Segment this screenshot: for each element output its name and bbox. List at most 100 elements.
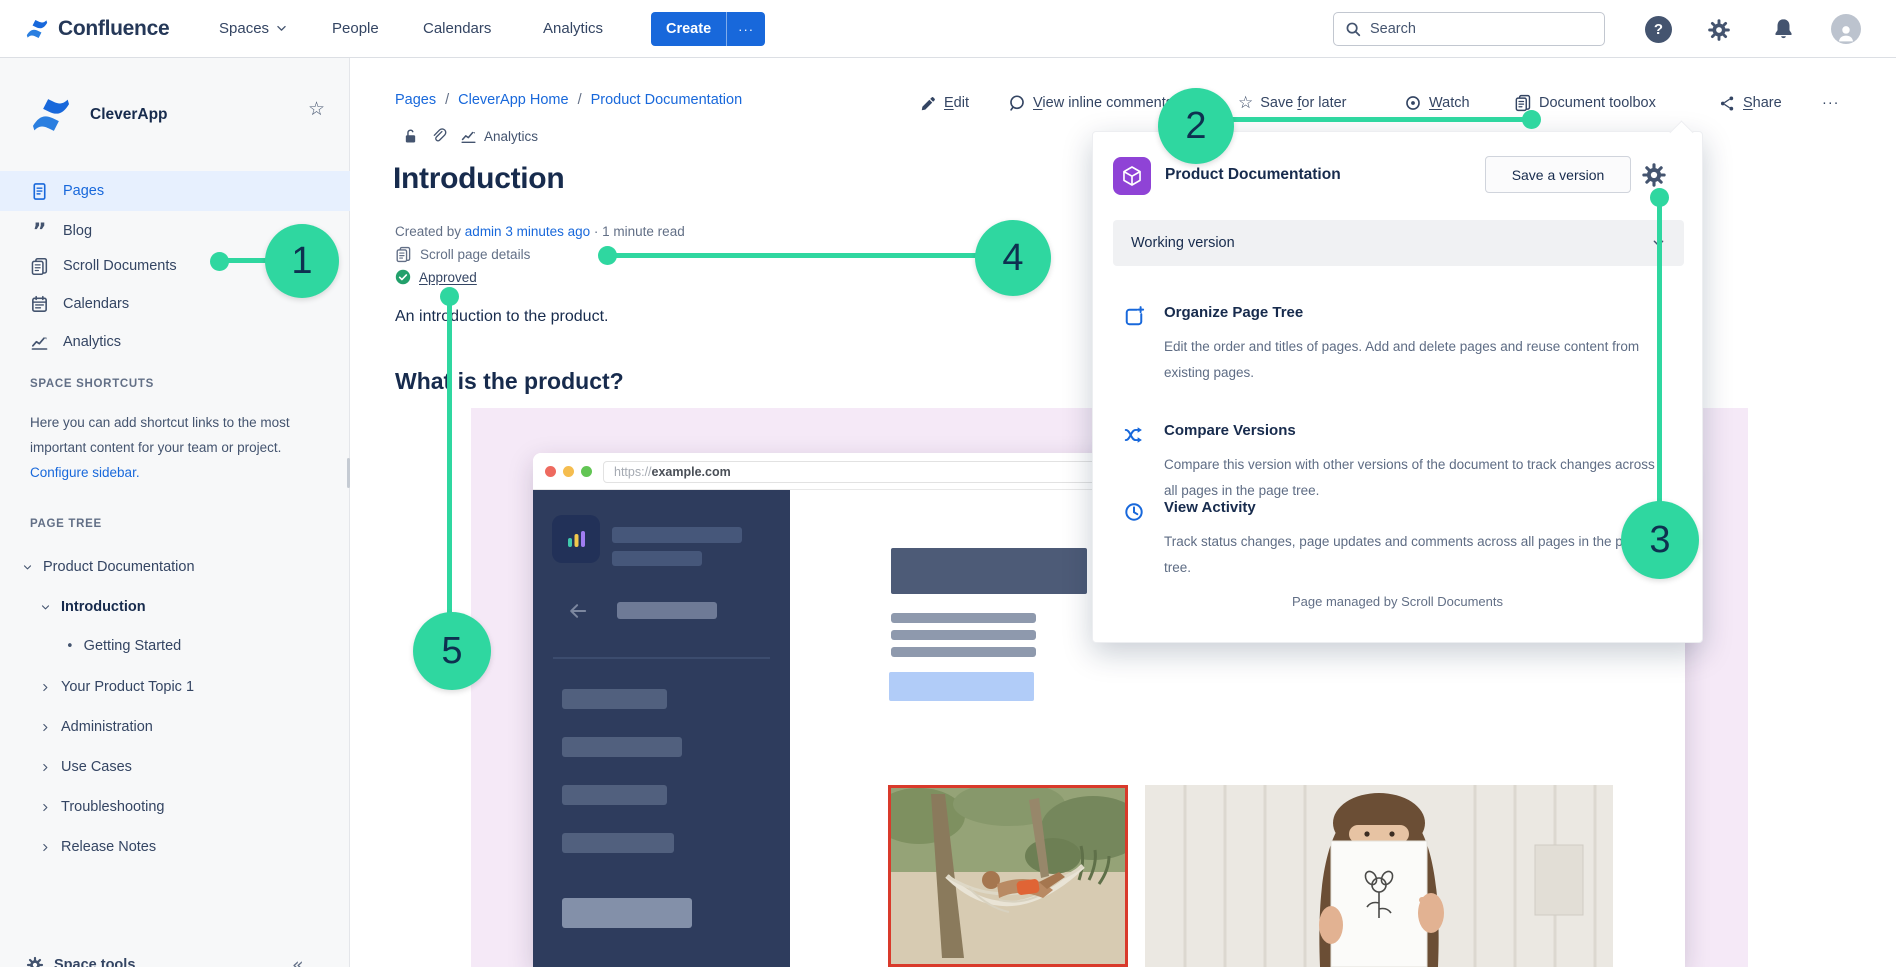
tree-item-introduction[interactable]: Introduction bbox=[40, 595, 146, 619]
avatar[interactable] bbox=[1831, 14, 1861, 44]
compare-versions-desc: Compare this version with other versions… bbox=[1164, 452, 1669, 504]
configure-sidebar-link[interactable]: Configure sidebar. bbox=[30, 465, 140, 480]
tree-item-getting-started[interactable]: • Getting Started bbox=[66, 634, 181, 658]
chevron-right-icon bbox=[40, 802, 51, 813]
person-icon bbox=[1835, 22, 1857, 44]
mockup-divider bbox=[553, 657, 770, 659]
approved-status: Approved bbox=[395, 269, 477, 285]
chevron-right-icon bbox=[40, 682, 51, 693]
create-split-button: Create ··· bbox=[651, 12, 765, 46]
help-button[interactable]: ? bbox=[1645, 16, 1672, 43]
popup-caret bbox=[1669, 120, 1693, 144]
create-button[interactable]: Create bbox=[651, 12, 726, 46]
compare-versions-icon bbox=[1123, 424, 1145, 446]
callout-4-line bbox=[607, 253, 978, 258]
favorite-star-icon[interactable]: ☆ bbox=[308, 98, 325, 120]
view-inline-comments-button[interactable]: View inline comments bbox=[1008, 90, 1173, 116]
hammock-photo-illustration bbox=[891, 788, 1125, 964]
callout-5-circle: 5 bbox=[413, 612, 491, 690]
traffic-light-green bbox=[581, 466, 592, 477]
collapse-sidebar-icon[interactable]: « bbox=[292, 954, 304, 967]
url-scheme: https:// bbox=[614, 465, 652, 479]
organize-page-tree-item[interactable]: Organize Page Tree bbox=[1164, 304, 1303, 321]
breadcrumb-product-documentation[interactable]: Product Documentation bbox=[591, 92, 743, 108]
breadcrumb-cleverapp-home[interactable]: CleverApp Home bbox=[458, 92, 568, 108]
space-shortcuts-header: SPACE SHORTCUTS bbox=[30, 378, 154, 390]
page-tree-header: PAGE TREE bbox=[30, 518, 102, 530]
space-header[interactable]: CleverApp bbox=[28, 92, 168, 138]
breadcrumb: Pages / CleverApp Home / Product Documen… bbox=[395, 92, 742, 108]
callout-5-dot bbox=[440, 287, 459, 306]
callout-5-line bbox=[447, 295, 452, 616]
save-a-version-button[interactable]: Save a version bbox=[1485, 156, 1631, 193]
traffic-light-red bbox=[545, 466, 556, 477]
unlock-icon[interactable] bbox=[402, 128, 419, 145]
search-input[interactable] bbox=[1370, 21, 1570, 37]
space-tools-button[interactable]: Space tools bbox=[26, 956, 135, 967]
popup-title: Product Documentation bbox=[1165, 166, 1341, 184]
search-icon bbox=[1344, 20, 1362, 38]
hammock-photo bbox=[888, 785, 1128, 967]
view-activity-desc: Track status changes, page updates and c… bbox=[1164, 529, 1669, 581]
author-link[interactable]: admin 3 minutes ago bbox=[465, 224, 590, 239]
nav-people[interactable]: People bbox=[332, 0, 379, 57]
space-name: CleverApp bbox=[90, 106, 168, 124]
tree-item-administration[interactable]: Administration bbox=[40, 715, 153, 739]
nav-calendars[interactable]: Calendars bbox=[423, 0, 491, 57]
scroll-documents-icon bbox=[30, 257, 49, 276]
compare-versions-item[interactable]: Compare Versions bbox=[1164, 422, 1296, 439]
more-actions-button[interactable]: ··· bbox=[1822, 90, 1840, 116]
chevron-down-icon bbox=[22, 562, 33, 573]
notifications-bell-icon[interactable] bbox=[1771, 17, 1796, 42]
callout-2-dot bbox=[1522, 110, 1541, 129]
attachment-paperclip-icon[interactable] bbox=[431, 128, 448, 145]
page-meta-icons: Analytics bbox=[402, 128, 538, 145]
space-logo-icon bbox=[28, 92, 74, 138]
callout-2-line bbox=[1230, 117, 1531, 122]
settings-gear-icon[interactable] bbox=[1707, 18, 1731, 42]
placeholder-block bbox=[891, 548, 1087, 594]
share-button[interactable]: Share bbox=[1719, 90, 1782, 116]
confluence-logo[interactable]: Confluence bbox=[24, 0, 169, 57]
view-activity-item[interactable]: View Activity bbox=[1164, 499, 1256, 516]
version-select[interactable]: Working version bbox=[1113, 220, 1684, 266]
tree-item-release-notes[interactable]: Release Notes bbox=[40, 835, 156, 859]
star-icon: ☆ bbox=[1238, 93, 1253, 113]
nav-analytics[interactable]: Analytics bbox=[543, 0, 603, 57]
tree-item-your-product-topic-1[interactable]: Your Product Topic 1 bbox=[40, 675, 194, 699]
watch-button[interactable]: Watch bbox=[1404, 90, 1470, 116]
chevron-right-icon bbox=[40, 722, 51, 733]
breadcrumb-pages[interactable]: Pages bbox=[395, 92, 436, 108]
sidebar-item-pages[interactable]: Pages bbox=[0, 171, 350, 211]
placeholder-bar bbox=[562, 689, 667, 709]
ellipsis-icon: ··· bbox=[1822, 95, 1840, 111]
sidebar-resize-handle[interactable] bbox=[347, 458, 350, 488]
bullet-icon: • bbox=[66, 639, 74, 654]
tree-item-troubleshooting[interactable]: Troubleshooting bbox=[40, 795, 164, 819]
tree-item-product-documentation[interactable]: Product Documentation bbox=[22, 555, 195, 579]
edit-button[interactable]: Edit bbox=[920, 90, 969, 116]
intro-paragraph: An introduction to the product. bbox=[395, 308, 608, 326]
product-documentation-icon bbox=[1113, 157, 1151, 195]
save-for-later-button[interactable]: ☆ Save for later bbox=[1238, 90, 1347, 116]
page-analytics-button[interactable]: Analytics bbox=[460, 128, 538, 145]
create-more-button[interactable]: ··· bbox=[726, 12, 765, 46]
version-select-value: Working version bbox=[1131, 235, 1235, 251]
section-heading: What is the product? bbox=[395, 368, 624, 395]
nav-spaces[interactable]: Spaces bbox=[219, 0, 288, 57]
search-box bbox=[1333, 12, 1605, 46]
toolbox-settings-gear-icon[interactable] bbox=[1641, 162, 1667, 188]
chevron-right-icon bbox=[40, 842, 51, 853]
byline-created-by: Created by bbox=[395, 224, 465, 239]
sidebar-item-analytics[interactable]: Analytics bbox=[0, 322, 350, 362]
scroll-page-details[interactable]: Scroll page details bbox=[395, 246, 530, 263]
callout-1-dot bbox=[210, 252, 229, 271]
tree-item-use-cases[interactable]: Use Cases bbox=[40, 755, 132, 779]
chevron-down-icon bbox=[40, 602, 51, 613]
placeholder-bar bbox=[891, 647, 1036, 657]
placeholder-bar bbox=[562, 833, 674, 853]
approved-link[interactable]: Approved bbox=[419, 270, 477, 285]
confluence-logo-icon bbox=[24, 16, 50, 42]
chevron-right-icon bbox=[40, 762, 51, 773]
quote-icon: ” bbox=[30, 226, 49, 236]
